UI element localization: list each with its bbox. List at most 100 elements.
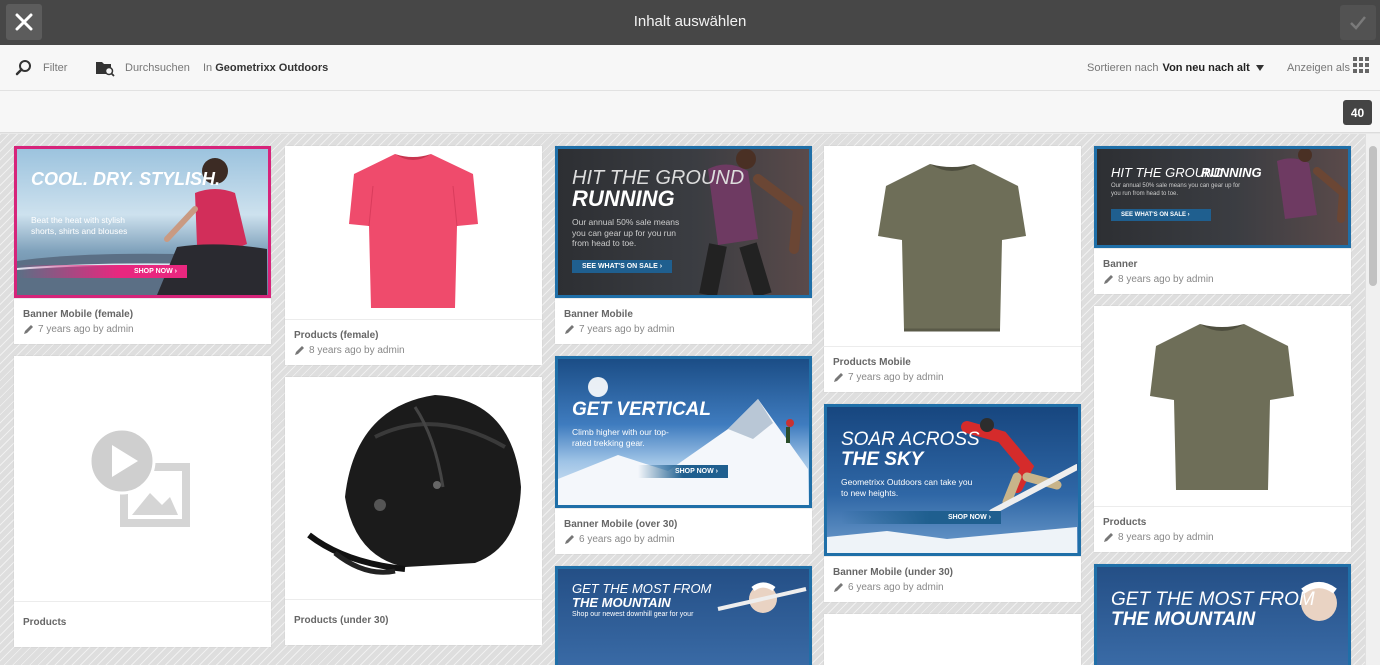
banner-headline-line1: GET THE MOST FROM [572, 581, 712, 596]
banner-headline-line2: THE MOUNTAIN [1111, 609, 1256, 630]
asset-thumbnail: GET THE MOST FROM THE MOUNTAIN Shop our … [555, 566, 812, 665]
asset-card[interactable]: Products (female) 8 years ago by admin [285, 146, 542, 365]
asset-thumbnail [285, 377, 542, 599]
asset-meta: Banner Mobile (over 30) 6 years ago by a… [555, 508, 812, 554]
asset-card[interactable]: SOAR ACROSS THE SKY Geometrixx Outdoors … [824, 404, 1081, 602]
confirm-button[interactable] [1340, 5, 1376, 40]
folder-search-icon [96, 61, 115, 77]
asset-card[interactable]: Products 8 years ago by admin [1094, 306, 1351, 552]
sort-label: Sortieren nach [1087, 62, 1159, 74]
banner-headline-line1: SOAR ACROSS [841, 429, 980, 450]
asset-meta: Banner Mobile (under 30) 6 years ago by … [824, 556, 1081, 602]
asset-grid: COOL. DRY. STYLISH. Beat the heat with s… [0, 134, 1365, 665]
asset-thumbnail: SOAR ACROSS THE SKY Geometrixx Outdoors … [824, 404, 1081, 556]
asset-modified: 8 years ago by admin [1118, 273, 1214, 285]
search-icon [15, 60, 31, 76]
asset-meta: Products [14, 601, 271, 647]
pencil-icon [295, 345, 304, 355]
asset-thumbnail [824, 614, 1081, 665]
asset-card[interactable]: Products Mobile 7 years ago by admin [824, 146, 1081, 392]
asset-thumbnail [285, 146, 542, 319]
banner-headline: GET VERTICAL [572, 399, 711, 420]
asset-meta: Products Mobile 7 years ago by admin [824, 346, 1081, 392]
vertical-scrollbar[interactable] [1365, 134, 1380, 665]
dialog-header: Inhalt auswählen [0, 0, 1380, 45]
video-placeholder-icon [88, 427, 190, 527]
asset-meta: Banner 8 years ago by admin [1094, 248, 1351, 294]
grid-column: Products Mobile 7 years ago by admin SOA… [824, 146, 1081, 665]
pencil-icon [1104, 274, 1113, 284]
asset-thumbnail [1094, 306, 1351, 506]
browse-label: Durchsuchen [125, 62, 190, 74]
asset-title: Banner Mobile (female) [23, 308, 134, 320]
filter-label: Filter [43, 62, 68, 74]
checkmark-icon [1350, 15, 1366, 30]
asset-card[interactable]: COOL. DRY. STYLISH. Beat the heat with s… [14, 146, 271, 344]
asset-card[interactable]: GET THE MOST FROM THE MOUNTAIN [1094, 564, 1351, 665]
banner-headline-line1: GET THE MOST FROM [1111, 589, 1315, 610]
asset-title: Products Mobile [833, 356, 911, 368]
asset-modified: 6 years ago by admin [579, 533, 675, 545]
banner-cta: SHOP NOW › [17, 265, 187, 278]
asset-card[interactable]: GET THE MOST FROM THE MOUNTAIN Shop our … [555, 566, 812, 665]
asset-thumbnail: COOL. DRY. STYLISH. Beat the heat with s… [14, 146, 271, 298]
olive-tshirt-image [878, 164, 1026, 332]
pencil-icon [834, 372, 843, 382]
location-value: Geometrixx Outdoors [215, 62, 329, 74]
asset-title: Products [23, 617, 67, 628]
toolbar: Filter Durchsuchen In Geometrixx Outdoor… [0, 45, 1380, 91]
asset-title: Banner [1103, 258, 1138, 270]
banner-subtext: Our annual 50% sale means you can gear u… [1111, 183, 1241, 197]
banner-headline-line2: RUNNING [572, 186, 675, 211]
asset-modified: 8 years ago by admin [309, 344, 405, 356]
grid-column: Products (female) 8 years ago by admin P… [285, 146, 542, 657]
scrollbar-thumb[interactable] [1369, 146, 1377, 286]
asset-title: Banner Mobile (under 30) [833, 566, 954, 578]
banner-subtext: Shop our newest downhill gear for your [572, 611, 694, 618]
asset-modified: 7 years ago by admin [38, 323, 134, 335]
asset-meta: Products 8 years ago by admin [1094, 506, 1351, 552]
grid-view-icon [1353, 57, 1369, 73]
asset-meta: Products (female) 8 years ago by admin [285, 319, 542, 365]
asset-modified: 7 years ago by admin [848, 371, 944, 383]
sort-value: Von neu nach alt [1162, 62, 1250, 74]
banner-subtext: Climb higher with our top-rated trekking… [572, 427, 669, 448]
caret-down-icon [1255, 65, 1264, 71]
filter-button[interactable]: Filter [15, 45, 67, 91]
asset-meta: Banner Mobile 7 years ago by admin [555, 298, 812, 344]
banner-subtext: Geometrixx Outdoors can take you to new … [841, 477, 973, 498]
asset-card[interactable]: HIT THE GROUND RUNNING Our annual 50% sa… [555, 146, 812, 344]
asset-title: Products (female) [294, 329, 379, 341]
banner-cta: SHOP NOW › [841, 511, 1001, 524]
sort-dropdown[interactable]: Sortieren nach Von neu nach alt [1087, 45, 1265, 91]
asset-thumbnail [14, 356, 271, 601]
olive-tshirt-image [1150, 324, 1294, 490]
asset-thumbnail [824, 146, 1081, 346]
pencil-icon [24, 324, 33, 334]
asset-card[interactable]: Products [14, 356, 271, 647]
asset-meta: Products (under 30) [285, 599, 542, 645]
asset-card[interactable]: Products (under 30) [285, 377, 542, 645]
asset-title: Products [1103, 516, 1147, 528]
asset-title: Products (under 30) [294, 615, 389, 626]
asset-thumbnail: GET VERTICAL Climb higher with our top-r… [555, 356, 812, 508]
banner-subtext: Our annual 50% sale means you can gear u… [572, 217, 680, 249]
grid-column: HIT THE GROUND RUNNING Our annual 50% sa… [1094, 146, 1351, 665]
helmet-image [307, 395, 521, 575]
asset-thumbnail: GET THE MOST FROM THE MOUNTAIN [1094, 564, 1351, 665]
view-toggle[interactable]: Anzeigen als [1287, 45, 1369, 91]
asset-meta: Banner Mobile (female) 7 years ago by ad… [14, 298, 271, 344]
banner-headline-line2: THE MOUNTAIN [572, 595, 671, 610]
banner-headline-line2: THE SKY [841, 449, 924, 470]
asset-modified: 6 years ago by admin [848, 581, 944, 593]
view-label: Anzeigen als [1287, 62, 1350, 74]
asset-card[interactable] [824, 614, 1081, 665]
browse-button[interactable]: Durchsuchen [95, 45, 190, 91]
banner-subtext: Beat the heat with stylish shorts, shirt… [31, 215, 128, 236]
pencil-icon [565, 534, 574, 544]
asset-modified: 8 years ago by admin [1118, 531, 1214, 543]
pencil-icon [834, 582, 843, 592]
asset-card[interactable]: HIT THE GROUND RUNNING Our annual 50% sa… [1094, 146, 1351, 294]
asset-card[interactable]: GET VERTICAL Climb higher with our top-r… [555, 356, 812, 554]
asset-thumbnail: HIT THE GROUND RUNNING Our annual 50% sa… [1094, 146, 1351, 248]
